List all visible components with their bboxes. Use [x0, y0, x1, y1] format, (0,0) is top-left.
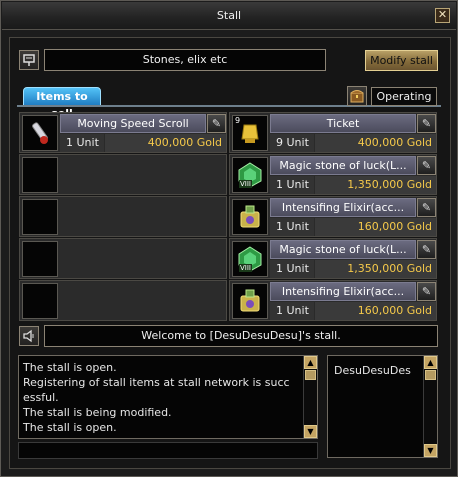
- title-bar[interactable]: Stall ✕: [2, 2, 456, 30]
- edit-pencil-icon[interactable]: ✎: [207, 114, 226, 133]
- tab-items-to-sell[interactable]: Items to sell: [23, 87, 101, 120]
- welcome-message: Welcome to [DesuDesuDesu]'s stall.: [44, 325, 438, 347]
- empty-slot-area: [60, 240, 226, 278]
- stall-item-cell[interactable]: Intensifing Elixir(acc... ✎ 1 Unit 160,000 …: [229, 196, 437, 237]
- item-price: 1,350,000 Gold: [315, 260, 436, 278]
- item-slot[interactable]: 9: [232, 115, 268, 151]
- stall-log: The stall is open. Registering of stall …: [18, 355, 318, 439]
- modify-stall-button[interactable]: Modify stall: [365, 50, 438, 71]
- scroll-thumb[interactable]: [305, 370, 316, 380]
- item-price: 400,000 Gold: [105, 134, 226, 152]
- visitor-name[interactable]: DesuDesuDes: [334, 364, 437, 377]
- item-quantity: 1 Unit: [60, 134, 104, 152]
- scroll-down-arrow-icon[interactable]: ▼: [304, 425, 317, 438]
- item-name: Magic stone of luck(L...: [270, 240, 416, 259]
- item-slot[interactable]: [22, 283, 58, 319]
- log-line: The stall is being modified.: [23, 406, 172, 419]
- scroll-up-arrow-icon[interactable]: ▲: [424, 356, 437, 369]
- stall-item-cell[interactable]: VIII Magic stone of luck(L... ✎ 1 Unit 1,350…: [229, 238, 437, 279]
- scroll-down-arrow-icon[interactable]: ▼: [424, 444, 437, 457]
- edit-pencil-icon[interactable]: ✎: [417, 114, 436, 133]
- treasure-chest-icon[interactable]: [347, 86, 367, 106]
- stall-item-cell[interactable]: Intensifing Elixir(acc... ✎ 1 Unit 160,000 …: [229, 280, 437, 321]
- item-price: 160,000 Gold: [315, 218, 436, 236]
- item-slot[interactable]: [22, 115, 58, 151]
- stall-item-cell[interactable]: VIII Magic stone of luck(L... ✎ 1 Unit 1,350…: [229, 154, 437, 195]
- visitor-list: DesuDesuDes ▲ ▼: [327, 355, 438, 458]
- stall-name-field[interactable]: Stones, elix etc: [44, 49, 326, 71]
- item-name: Magic stone of luck(L...: [270, 156, 416, 175]
- item-price: 1,350,000 Gold: [315, 176, 436, 194]
- edit-pencil-icon[interactable]: ✎: [417, 156, 436, 175]
- item-slot[interactable]: [232, 199, 268, 235]
- edit-pencil-icon[interactable]: ✎: [417, 240, 436, 259]
- stall-sign-icon[interactable]: [19, 50, 39, 70]
- ticket-icon: [236, 119, 264, 147]
- item-grade-badge: VIII: [239, 264, 252, 272]
- empty-slot-area: [60, 198, 226, 236]
- item-name: Intensifing Elixir(acc...: [270, 282, 416, 301]
- visitor-scrollbar[interactable]: ▲ ▼: [423, 356, 437, 457]
- stall-item-cell[interactable]: 9 Ticket ✎ 9 Unit 400,000 Gold: [229, 112, 437, 153]
- item-slot[interactable]: [22, 241, 58, 277]
- elixir-icon: [236, 287, 264, 315]
- item-quantity: 1 Unit: [270, 218, 314, 236]
- item-stack-count: 9: [235, 116, 241, 125]
- item-quantity: 1 Unit: [270, 176, 314, 194]
- item-grade-badge: VIII: [239, 180, 252, 188]
- scroll-thumb[interactable]: [425, 370, 436, 380]
- empty-item-cell[interactable]: [19, 280, 227, 321]
- log-line: Registering of stall items at stall netw…: [23, 376, 290, 389]
- empty-item-cell[interactable]: [19, 238, 227, 279]
- empty-slot-area: [60, 156, 226, 194]
- scroll-up-arrow-icon[interactable]: ▲: [304, 356, 317, 369]
- item-quantity: 1 Unit: [270, 260, 314, 278]
- close-button[interactable]: ✕: [435, 8, 450, 23]
- log-line: The stall is open.: [23, 421, 117, 434]
- empty-item-cell[interactable]: [19, 196, 227, 237]
- item-slot[interactable]: [22, 199, 58, 235]
- empty-item-cell[interactable]: [19, 154, 227, 195]
- item-slot[interactable]: VIII: [232, 241, 268, 277]
- item-slot[interactable]: VIII: [232, 157, 268, 193]
- item-slot[interactable]: [22, 157, 58, 193]
- scroll-icon: [26, 119, 54, 147]
- empty-slot-area: [60, 282, 226, 320]
- edit-pencil-icon[interactable]: ✎: [417, 198, 436, 217]
- window-title: Stall: [216, 9, 242, 22]
- elixir-icon: [236, 203, 264, 231]
- stall-window: Stall ✕ Stones, elix etc Modify stall It…: [0, 0, 458, 477]
- stall-status-indicator: Operating: [371, 87, 437, 106]
- chat-input[interactable]: [18, 442, 318, 459]
- speaker-icon[interactable]: [19, 326, 39, 346]
- stall-item-cell[interactable]: Moving Speed Scroll ✎ 1 Unit 400,000 Gold: [19, 112, 227, 153]
- item-name: Moving Speed Scroll: [60, 114, 206, 133]
- item-price: 400,000 Gold: [315, 134, 436, 152]
- item-slot[interactable]: [232, 283, 268, 319]
- log-line: essful.: [23, 391, 59, 404]
- item-name: Intensifing Elixir(acc...: [270, 198, 416, 217]
- item-name: Ticket: [270, 114, 416, 133]
- log-scrollbar[interactable]: ▲ ▼: [303, 356, 317, 438]
- item-quantity: 1 Unit: [270, 302, 314, 320]
- edit-pencil-icon[interactable]: ✎: [417, 282, 436, 301]
- log-line: The stall is open.: [23, 361, 117, 374]
- item-quantity: 9 Unit: [270, 134, 314, 152]
- item-price: 160,000 Gold: [315, 302, 436, 320]
